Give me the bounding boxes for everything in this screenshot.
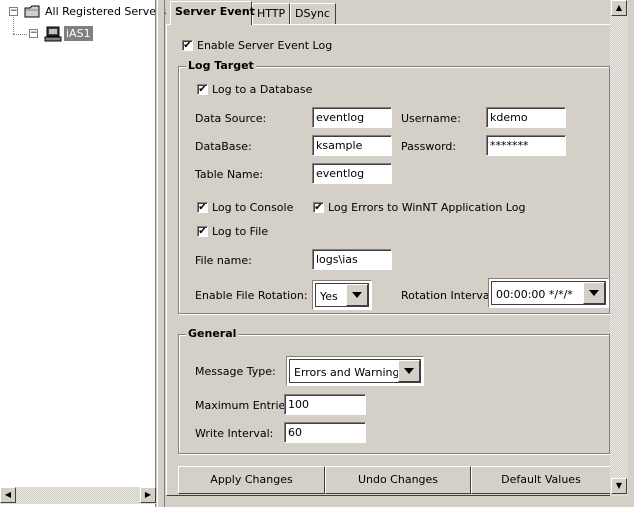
message-type-dropdown[interactable]: Errors and Warnings — [286, 356, 424, 386]
collapse-ias1-toggle[interactable]: − — [29, 29, 38, 38]
rotation-interval-dropdown[interactable]: 00:00:00 */*/* — [488, 278, 609, 308]
password-field[interactable] — [486, 135, 566, 156]
tree-item-ias1[interactable]: iAS1 — [64, 26, 93, 41]
apply-changes-button[interactable]: Apply Changes — [178, 466, 325, 494]
file-rotation-dropdown[interactable]: Yes — [312, 280, 372, 310]
chevron-down-icon — [589, 290, 599, 296]
write-interval-label: Write Interval: — [195, 427, 274, 440]
rotation-interval-box: 00:00:00 */*/* — [491, 281, 606, 305]
scroll-down-button[interactable]: ▼ — [611, 478, 627, 494]
log-errors-winnt-checkbox[interactable]: ✔ — [313, 202, 324, 213]
general-heading: General — [186, 327, 239, 340]
file-rotation-value: Yes — [320, 290, 338, 303]
enable-event-log-label: Enable Server Event Log — [197, 39, 333, 52]
tree-connector — [13, 17, 14, 34]
file-rotation-label: Enable File Rotation: — [195, 289, 308, 302]
database-label: DataBase: — [195, 140, 252, 153]
log-target-heading: Log Target — [186, 59, 256, 72]
enable-event-log-checkbox[interactable]: ✔ — [182, 40, 193, 51]
data-source-label: Data Source: — [195, 112, 267, 125]
chevron-down-icon — [404, 368, 414, 374]
log-target-group — [178, 66, 610, 314]
log-to-database-label: Log to a Database — [212, 83, 313, 96]
log-to-database-checkbox[interactable]: ✔ — [197, 84, 208, 95]
message-type-dropdown-button[interactable] — [398, 360, 420, 382]
log-to-file-checkbox[interactable]: ✔ — [197, 226, 208, 237]
password-label: Password: — [401, 140, 457, 153]
table-name-label: Table Name: — [195, 168, 264, 181]
scroll-up-button[interactable]: ▲ — [611, 0, 627, 16]
scroll-left-button[interactable]: ◀ — [0, 487, 16, 503]
file-name-field[interactable] — [312, 249, 392, 270]
file-rotation-box: Yes — [315, 283, 369, 307]
server-icon — [44, 26, 62, 42]
message-type-box: Errors and Warnings — [289, 359, 421, 383]
data-source-field[interactable] — [312, 107, 392, 128]
message-type-label: Message Type: — [195, 365, 276, 378]
server-tree-pane: − All Registered Servers − iAS1 ◀ ▶ — [0, 0, 166, 507]
username-field[interactable] — [486, 107, 566, 128]
message-type-value: Errors and Warnings — [294, 366, 406, 379]
file-rotation-dropdown-button[interactable] — [346, 284, 368, 306]
log-to-console-label: Log to Console — [212, 201, 294, 214]
write-interval-field[interactable] — [284, 422, 366, 443]
table-name-field[interactable] — [312, 163, 392, 184]
settings-vertical-scrollbar[interactable]: ▲ ▼ — [610, 0, 628, 496]
log-to-file-label: Log to File — [212, 225, 269, 238]
tree-horizontal-scrollbar[interactable]: ◀ ▶ — [0, 487, 156, 504]
log-errors-winnt-label: Log Errors to WinNT Application Log — [328, 201, 526, 214]
default-values-button[interactable]: Default Values — [471, 466, 611, 494]
pane-splitter[interactable] — [157, 0, 165, 507]
max-entries-field[interactable] — [284, 394, 366, 415]
rotation-interval-dropdown-button[interactable] — [583, 282, 605, 304]
folder-icon — [24, 5, 40, 18]
max-entries-label: Maximum Entries: — [195, 399, 295, 412]
log-to-console-checkbox[interactable]: ✔ — [197, 202, 208, 213]
tab-dsync[interactable]: DSync — [290, 3, 336, 24]
tab-http[interactable]: HTTP — [252, 3, 290, 24]
scroll-right-button[interactable]: ▶ — [140, 487, 156, 503]
database-field[interactable] — [312, 135, 392, 156]
undo-changes-button[interactable]: Undo Changes — [325, 466, 471, 494]
file-name-label: File name: — [195, 254, 252, 267]
tab-server-event[interactable]: Server Event — [170, 1, 255, 25]
rotation-interval-value: 00:00:00 */*/* — [496, 288, 573, 301]
rotation-interval-label: Rotation Interval: — [401, 289, 497, 302]
tree-item-all-servers[interactable]: All Registered Servers — [45, 5, 166, 18]
chevron-down-icon — [352, 292, 362, 298]
settings-pane: Server Event HTTP DSync ✔ Enable Server … — [166, 0, 634, 507]
tree-connector — [13, 34, 27, 35]
collapse-root-toggle[interactable]: − — [9, 7, 18, 16]
username-label: Username: — [401, 112, 461, 125]
